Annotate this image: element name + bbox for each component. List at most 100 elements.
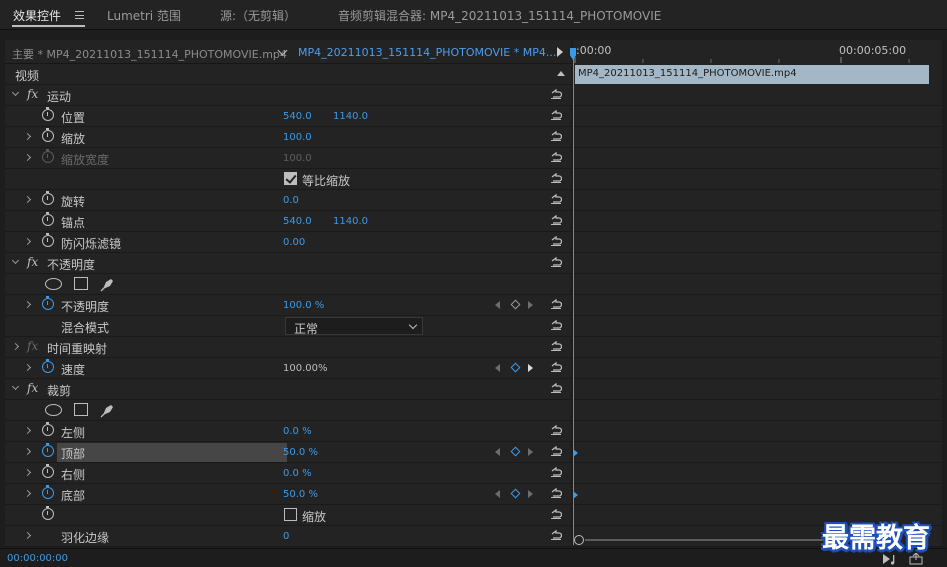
reset-icon[interactable]	[550, 467, 562, 477]
stopwatch-icon[interactable]	[42, 128, 54, 142]
stopwatch-icon[interactable]	[42, 296, 54, 310]
property-value[interactable]: 0.00	[283, 237, 305, 248]
reset-icon[interactable]	[550, 194, 562, 204]
reset-icon[interactable]	[550, 383, 562, 393]
tab-audio-clip-mixer[interactable]: 音频剪辑混合器: MP4_20211013_151114_PHOTOMOVIE	[338, 7, 661, 24]
property-value[interactable]: 0.0 %	[283, 426, 312, 437]
stopwatch-icon[interactable]	[42, 107, 54, 121]
timeline-clip[interactable]: MP4_20211013_151114_PHOTOMOVIE.mp4	[575, 65, 929, 84]
master-clip-label[interactable]: 主要 * MP4_20211013_151114_PHOTOMOVIE.mp4	[12, 46, 287, 62]
pen-mask-icon[interactable]	[100, 276, 116, 292]
next-keyframe-icon[interactable]	[528, 364, 533, 372]
expand-caret-icon[interactable]	[11, 342, 20, 351]
sequence-clip-label[interactable]: MP4_20211013_151114_PHOTOMOVIE * MP4...	[298, 46, 556, 59]
property-value[interactable]: 0.0	[283, 195, 299, 206]
next-keyframe-icon[interactable]	[528, 490, 533, 498]
stopwatch-icon[interactable]	[42, 233, 54, 247]
stopwatch-icon[interactable]	[42, 212, 54, 226]
reset-icon[interactable]	[550, 488, 562, 498]
current-timecode[interactable]: 00:00:00:00	[7, 553, 68, 564]
fx-toggle-icon[interactable]: fx	[27, 381, 38, 395]
property-value-2[interactable]: 1140.0	[333, 216, 368, 227]
checkbox[interactable]	[284, 172, 297, 185]
prev-keyframe-icon[interactable]	[495, 448, 500, 456]
reset-icon[interactable]	[550, 341, 562, 351]
play-icon[interactable]	[557, 47, 563, 57]
blend-mode-select[interactable]: 正常	[285, 317, 423, 336]
property-value[interactable]: 100.0 %	[283, 300, 324, 311]
fx-toggle-icon[interactable]: fx	[27, 255, 38, 269]
scroll-up-icon[interactable]	[557, 71, 565, 76]
prev-keyframe-icon[interactable]	[495, 301, 500, 309]
expand-caret-icon[interactable]	[11, 256, 20, 265]
expand-caret-icon[interactable]	[11, 88, 20, 97]
reset-icon[interactable]	[550, 215, 562, 225]
reset-icon[interactable]	[550, 362, 562, 372]
property-value[interactable]: 50.0 %	[283, 447, 318, 458]
reset-icon[interactable]	[550, 257, 562, 267]
tab-effect-controls[interactable]: 效果控件	[13, 7, 61, 24]
expand-caret-icon[interactable]	[23, 468, 32, 477]
stopwatch-icon[interactable]	[42, 506, 54, 520]
reset-icon[interactable]	[550, 446, 562, 456]
reset-icon[interactable]	[550, 131, 562, 141]
property-value[interactable]: 0.0 %	[283, 468, 312, 479]
property-value[interactable]: 0	[283, 531, 289, 542]
reset-icon[interactable]	[550, 299, 562, 309]
reset-icon[interactable]	[550, 509, 562, 519]
reset-icon[interactable]	[550, 530, 562, 540]
time-ruler[interactable]: :00:00 00:00:05:00	[573, 40, 942, 65]
reset-icon[interactable]	[550, 173, 562, 183]
expand-caret-icon[interactable]	[23, 300, 32, 309]
stopwatch-icon[interactable]	[42, 149, 54, 163]
expand-caret-icon[interactable]	[23, 489, 32, 498]
property-value-2[interactable]: 1140.0	[333, 111, 368, 122]
ellipse-mask-icon[interactable]	[45, 278, 62, 290]
pen-mask-icon[interactable]	[100, 402, 116, 418]
expand-caret-icon[interactable]	[23, 447, 32, 456]
add-keyframe-icon[interactable]	[510, 362, 521, 373]
expand-caret-icon[interactable]	[23, 132, 32, 141]
property-value[interactable]: 100.0	[283, 153, 312, 164]
expand-caret-icon[interactable]	[23, 153, 32, 162]
tab-source[interactable]: 源:（无剪辑）	[220, 7, 296, 24]
tab-lumetri-scopes[interactable]: Lumetri 范围	[107, 7, 181, 24]
prev-keyframe-icon[interactable]	[495, 490, 500, 498]
panel-menu-icon[interactable]	[75, 11, 84, 19]
next-keyframe-icon[interactable]	[528, 448, 533, 456]
property-value[interactable]: 540.0	[283, 111, 312, 122]
ellipse-mask-icon[interactable]	[45, 404, 62, 416]
fx-toggle-icon[interactable]: fx	[27, 87, 38, 101]
next-keyframe-icon[interactable]	[528, 301, 533, 309]
expand-caret-icon[interactable]	[11, 382, 20, 391]
property-value[interactable]: 100.00%	[283, 363, 328, 374]
add-keyframe-icon[interactable]	[510, 299, 521, 310]
stopwatch-icon[interactable]	[42, 191, 54, 205]
prev-keyframe-icon[interactable]	[495, 364, 500, 372]
stopwatch-icon[interactable]	[42, 443, 54, 457]
reset-icon[interactable]	[550, 236, 562, 246]
property-value[interactable]: 50.0 %	[283, 489, 318, 500]
expand-caret-icon[interactable]	[23, 237, 32, 246]
property-value[interactable]: 100.0	[283, 132, 312, 143]
zoom-handle[interactable]	[574, 535, 584, 545]
reset-icon[interactable]	[550, 152, 562, 162]
fx-toggle-icon[interactable]: fx	[27, 339, 38, 353]
stopwatch-icon[interactable]	[42, 422, 54, 436]
rectangle-mask-icon[interactable]	[74, 403, 88, 416]
add-keyframe-icon[interactable]	[510, 488, 521, 499]
property-value[interactable]: 540.0	[283, 216, 312, 227]
rectangle-mask-icon[interactable]	[74, 277, 88, 290]
reset-icon[interactable]	[550, 110, 562, 120]
stopwatch-icon[interactable]	[42, 485, 54, 499]
reset-icon[interactable]	[550, 89, 562, 99]
add-keyframe-icon[interactable]	[510, 446, 521, 457]
expand-caret-icon[interactable]	[23, 426, 32, 435]
expand-caret-icon[interactable]	[23, 195, 32, 204]
stopwatch-icon[interactable]	[42, 359, 54, 373]
reset-icon[interactable]	[550, 425, 562, 435]
expand-caret-icon[interactable]	[23, 531, 32, 540]
stopwatch-icon[interactable]	[42, 464, 54, 478]
reset-icon[interactable]	[550, 320, 562, 330]
checkbox[interactable]	[284, 508, 297, 521]
